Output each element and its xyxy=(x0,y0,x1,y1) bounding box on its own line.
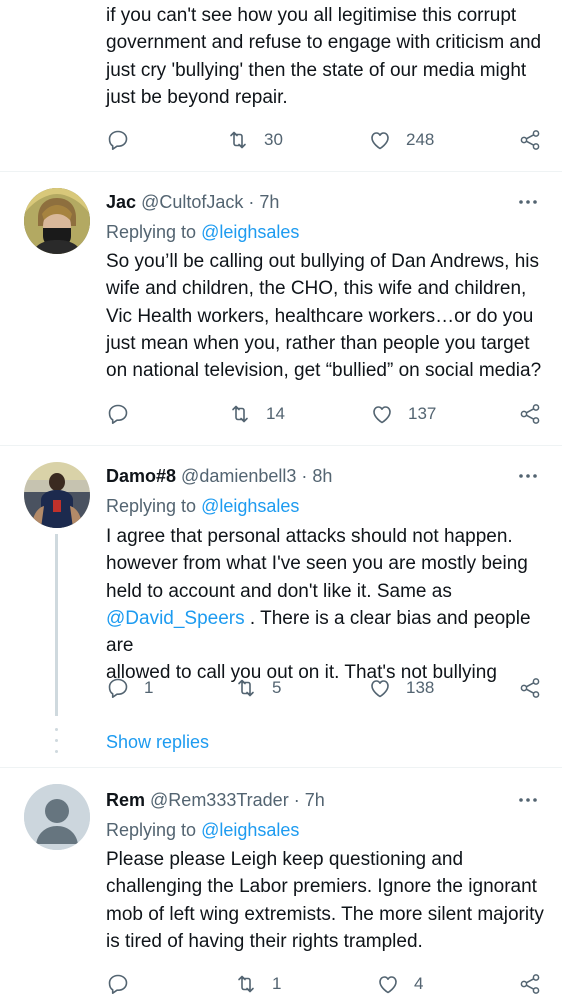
tweet-actions: 1 5 138 xyxy=(106,676,546,702)
reply-count: 1 xyxy=(144,678,154,697)
tweet-actions: 14 137 xyxy=(106,402,546,428)
mention-link[interactable]: @leighsales xyxy=(201,496,299,516)
divider xyxy=(0,445,562,446)
username[interactable]: @CultofJack xyxy=(141,192,243,212)
thread-dots xyxy=(55,728,58,758)
like-count: 137 xyxy=(408,404,437,423)
like-count: 138 xyxy=(406,678,435,697)
retweet-count: 1 xyxy=(272,974,282,993)
divider xyxy=(0,171,562,172)
share-button[interactable] xyxy=(518,676,542,700)
display-name[interactable]: Rem xyxy=(106,790,145,810)
like-button[interactable]: 248 xyxy=(368,128,434,152)
retweet-count: 14 xyxy=(266,404,285,423)
more-icon xyxy=(519,798,537,802)
reply-button[interactable] xyxy=(106,128,130,152)
share-icon xyxy=(520,130,540,150)
reply-button[interactable]: 1 xyxy=(106,676,153,700)
show-replies-link[interactable]: Show replies xyxy=(106,732,209,753)
share-button[interactable] xyxy=(518,402,542,426)
share-icon xyxy=(520,404,540,424)
retweet-button[interactable]: 30 xyxy=(226,128,283,152)
share-icon xyxy=(520,678,540,698)
retweet-count: 5 xyxy=(272,678,282,697)
display-name[interactable]: Damo#8 xyxy=(106,466,176,486)
retweet-button[interactable]: 14 xyxy=(228,402,285,426)
share-icon xyxy=(520,974,540,994)
avatar-image xyxy=(24,462,90,528)
like-button[interactable]: 137 xyxy=(370,402,436,426)
avatar[interactable] xyxy=(24,784,90,850)
more-button[interactable] xyxy=(516,788,540,812)
heart-icon xyxy=(379,976,397,994)
more-button[interactable] xyxy=(516,464,540,488)
like-button[interactable]: 4 xyxy=(376,972,423,996)
timestamp[interactable]: 7h xyxy=(305,790,325,810)
heart-icon xyxy=(371,132,389,150)
reply-icon xyxy=(108,130,128,150)
replying-to: Replying to @leighsales xyxy=(106,820,300,840)
retweet-icon xyxy=(238,679,254,697)
separator: · xyxy=(248,192,255,212)
tweet-header: Jac @CultofJack · 7h xyxy=(106,190,279,214)
divider xyxy=(0,767,562,768)
more-icon xyxy=(519,474,537,478)
reply-icon xyxy=(108,974,128,994)
more-button[interactable] xyxy=(516,190,540,214)
tweet-text: if you can't see how you all legitimise … xyxy=(106,5,542,108)
default-avatar-icon xyxy=(24,784,90,850)
timestamp[interactable]: 7h xyxy=(259,192,279,212)
separator: · xyxy=(301,466,308,486)
tweet-actions: 1 4 xyxy=(106,972,546,998)
like-count: 248 xyxy=(406,130,435,149)
share-button[interactable] xyxy=(518,972,542,996)
avatar-image xyxy=(24,188,90,254)
tweet-header: Rem @Rem333Trader · 7h xyxy=(106,788,325,812)
username[interactable]: @Rem333Trader xyxy=(150,790,289,810)
display-name[interactable]: Jac xyxy=(106,192,136,212)
avatar[interactable] xyxy=(24,188,90,254)
reply-icon xyxy=(108,404,128,424)
avatar[interactable] xyxy=(24,462,90,528)
username[interactable]: @damienbell3 xyxy=(181,466,296,486)
tweet-actions: 30 248 xyxy=(106,128,546,154)
retweet-icon xyxy=(232,405,248,423)
reply-icon xyxy=(108,678,128,698)
retweet-icon xyxy=(238,975,254,993)
replying-to: Replying to @leighsales xyxy=(106,222,300,242)
replying-to: Replying to @leighsales xyxy=(106,496,300,516)
reply-button[interactable] xyxy=(106,972,130,996)
like-count: 4 xyxy=(414,974,424,993)
retweet-button[interactable]: 5 xyxy=(234,676,281,700)
timestamp[interactable]: 8h xyxy=(312,466,332,486)
like-button[interactable]: 138 xyxy=(368,676,434,700)
heart-icon xyxy=(371,680,389,698)
tweet-text: I agree that personal attacks should not… xyxy=(106,526,531,684)
reply-button[interactable] xyxy=(106,402,130,426)
heart-icon xyxy=(373,406,391,424)
mention-link[interactable]: @leighsales xyxy=(201,820,299,840)
retweet-button[interactable]: 1 xyxy=(234,972,281,996)
share-button[interactable] xyxy=(518,128,542,152)
retweet-icon xyxy=(230,131,246,149)
tweet-header: Damo#8 @damienbell3 · 8h xyxy=(106,464,332,488)
tweet-text: Please please Leigh keep questioning and… xyxy=(106,849,544,952)
tweet-text: So you’ll be calling out bullying of Dan… xyxy=(106,251,542,382)
separator: · xyxy=(293,790,300,810)
retweet-count: 30 xyxy=(264,130,283,149)
thread-connector xyxy=(55,534,58,716)
mention-link[interactable]: @leighsales xyxy=(201,222,299,242)
mention-link[interactable]: @David_Speers xyxy=(106,608,245,629)
more-icon xyxy=(519,200,537,204)
